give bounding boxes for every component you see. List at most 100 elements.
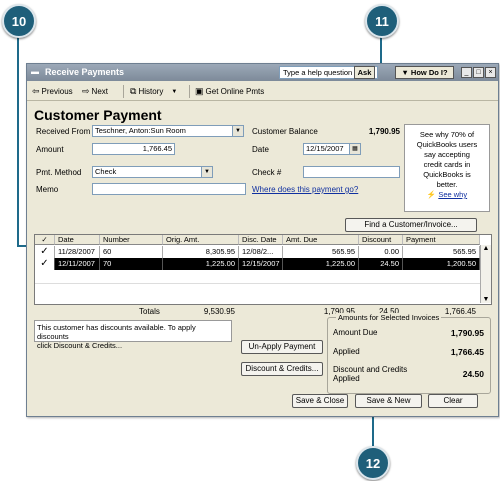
ask-button[interactable]: Ask bbox=[354, 66, 375, 79]
amounts-for-selected-invoices: Amounts for Selected Invoices Amount Due… bbox=[327, 313, 491, 394]
minimize-button[interactable]: _ bbox=[461, 67, 472, 78]
clear-button[interactable]: Clear bbox=[428, 394, 478, 408]
history-label: History bbox=[138, 87, 164, 96]
previous-button[interactable]: ⇦ Previous bbox=[32, 86, 73, 97]
how-do-i-button[interactable]: ▼ How Do I? bbox=[395, 66, 454, 79]
row-checkmark[interactable]: ✓ bbox=[35, 258, 55, 270]
window-title: Receive Payments bbox=[45, 67, 125, 77]
date-field[interactable]: 12/15/2007 bbox=[303, 143, 352, 155]
row-disc-date: 12/15/2007 bbox=[239, 258, 283, 270]
customer-balance-label: Customer Balance bbox=[252, 127, 318, 136]
table-row[interactable]: ✓ 12/11/2007 70 1,225.00 12/15/2007 1,22… bbox=[35, 258, 480, 270]
scroll-up-icon[interactable]: ▲ bbox=[481, 245, 491, 252]
promo-text-1: See why 70% of bbox=[419, 130, 475, 139]
chevron-down-icon: ▼ bbox=[171, 88, 178, 95]
see-why-link[interactable]: ⚡ See why bbox=[405, 190, 489, 200]
check-number-field[interactable] bbox=[303, 166, 400, 178]
applied-label: Applied bbox=[333, 347, 360, 356]
received-from-field[interactable]: Teschner, Anton:Sun Room bbox=[92, 125, 233, 137]
date-label: Date bbox=[252, 145, 269, 154]
totals-label: Totals bbox=[139, 307, 160, 316]
memo-label: Memo bbox=[36, 185, 59, 194]
discount-credits-button[interactable]: Discount & Credits... bbox=[241, 362, 323, 376]
save-new-button[interactable]: Save & New bbox=[355, 394, 422, 408]
un-apply-payment-button[interactable]: Un-Apply Payment bbox=[241, 340, 323, 354]
arrow-right-icon: ⇨ bbox=[82, 86, 90, 96]
history-icon: ⧉ bbox=[130, 86, 137, 96]
window-icon: ▬ bbox=[31, 67, 39, 76]
how-do-i-label: How Do I? bbox=[410, 68, 448, 77]
amount-due-value: 1,790.95 bbox=[450, 328, 484, 338]
total-orig-amt: 9,530.95 bbox=[203, 307, 235, 316]
col-header-number[interactable]: Number bbox=[100, 235, 163, 245]
promo-text-5: QuickBooks is bbox=[423, 170, 471, 179]
close-button[interactable]: × bbox=[485, 67, 496, 78]
get-online-pmts-button[interactable]: ▣ Get Online Pmts bbox=[195, 86, 264, 97]
col-header-amt-due[interactable]: Amt. Due bbox=[283, 235, 359, 245]
row-payment[interactable]: 1,200.50 bbox=[403, 258, 480, 270]
received-from-label: Received From bbox=[36, 127, 91, 136]
col-header-check[interactable]: ✓ bbox=[35, 235, 55, 245]
col-header-discount[interactable]: Discount bbox=[359, 235, 403, 245]
pmt-method-dropdown[interactable]: ▼ bbox=[201, 166, 213, 178]
arrow-left-icon: ⇦ bbox=[32, 86, 40, 96]
promo-text-2: QuickBooks users bbox=[416, 140, 478, 149]
callout-10-badge: 10 bbox=[2, 4, 36, 38]
row-amt-due: 565.95 bbox=[283, 246, 359, 258]
row-orig-amt: 1,225.00 bbox=[163, 258, 239, 270]
promo-text-6: better. bbox=[436, 180, 458, 189]
online-label: Get Online Pmts bbox=[205, 87, 265, 96]
row-discount: 0.00 bbox=[359, 246, 403, 258]
title-bar: ▬ Receive Payments Type a help question … bbox=[27, 64, 498, 81]
history-button[interactable]: ⧉ History ▼ bbox=[130, 86, 177, 97]
find-customer-invoice-button[interactable]: Find a Customer/Invoice... bbox=[345, 218, 477, 232]
see-why-label: See why bbox=[438, 190, 468, 199]
toolbar-separator bbox=[123, 85, 124, 98]
next-button[interactable]: ⇨ Next bbox=[82, 86, 108, 97]
row-discount: 24.50 bbox=[359, 258, 403, 270]
col-header-date[interactable]: Date bbox=[55, 235, 100, 245]
promo-text-4: credit cards in bbox=[423, 160, 471, 169]
save-close-button[interactable]: Save & Close bbox=[292, 394, 348, 408]
col-header-payment[interactable]: Payment bbox=[403, 235, 480, 245]
customer-balance-value: 1,790.95 bbox=[368, 127, 400, 136]
scroll-down-icon[interactable]: ▼ bbox=[481, 296, 491, 303]
row-amt-due: 1,225.00 bbox=[283, 258, 359, 270]
row-checkmark[interactable]: ✓ bbox=[35, 246, 55, 258]
discount-message: This customer has discounts available. T… bbox=[34, 320, 232, 350]
calendar-icon[interactable]: ▦ bbox=[349, 143, 361, 155]
callout-10-line-v bbox=[17, 34, 19, 246]
row-number: 70 bbox=[100, 258, 163, 270]
pmt-method-field[interactable]: Check bbox=[92, 166, 205, 178]
amount-label: Amount bbox=[36, 145, 64, 154]
memo-field[interactable] bbox=[92, 183, 246, 195]
row-orig-amt: 8,305.95 bbox=[163, 246, 239, 258]
card-icon: ⚡ bbox=[426, 190, 437, 199]
callout-12-badge: 12 bbox=[356, 446, 390, 480]
amounts-caption: Amounts for Selected Invoices bbox=[336, 313, 442, 322]
previous-label: Previous bbox=[41, 87, 73, 96]
where-payment-link[interactable]: Where does this payment go? bbox=[252, 185, 358, 194]
page-title: Customer Payment bbox=[34, 107, 162, 123]
col-header-orig-amt[interactable]: Orig. Amt. bbox=[163, 235, 239, 245]
row-date: 11/28/2007 bbox=[55, 246, 100, 258]
check-number-label: Check # bbox=[252, 168, 282, 177]
receive-payments-window: ▬ Receive Payments Type a help question … bbox=[26, 63, 499, 417]
discount-credits-applied-label-1: Discount and Credits bbox=[333, 365, 408, 374]
row-date: 12/11/2007 bbox=[55, 258, 100, 270]
amount-due-label: Amount Due bbox=[333, 328, 378, 337]
pmt-method-label: Pmt. Method bbox=[36, 168, 82, 177]
discount-message-line-2: click Discount & Credits... bbox=[37, 341, 123, 350]
table-scrollbar[interactable]: ▲ ▼ bbox=[480, 245, 491, 303]
next-label: Next bbox=[91, 87, 108, 96]
row-disc-date: 12/08/2... bbox=[239, 246, 283, 258]
row-number: 60 bbox=[100, 246, 163, 258]
invoice-table: ✓ Date Number Orig. Amt. Disc. Date Amt.… bbox=[34, 234, 492, 305]
row-payment[interactable]: 565.95 bbox=[403, 246, 480, 258]
received-from-dropdown[interactable]: ▼ bbox=[232, 125, 244, 137]
col-header-disc-date[interactable]: Disc. Date bbox=[239, 235, 283, 245]
promo-text-3: say accepting bbox=[424, 150, 470, 159]
maximize-button[interactable]: □ bbox=[473, 67, 484, 78]
online-payment-icon: ▣ bbox=[195, 86, 204, 96]
amount-field[interactable]: 1,766.45 bbox=[92, 143, 175, 155]
